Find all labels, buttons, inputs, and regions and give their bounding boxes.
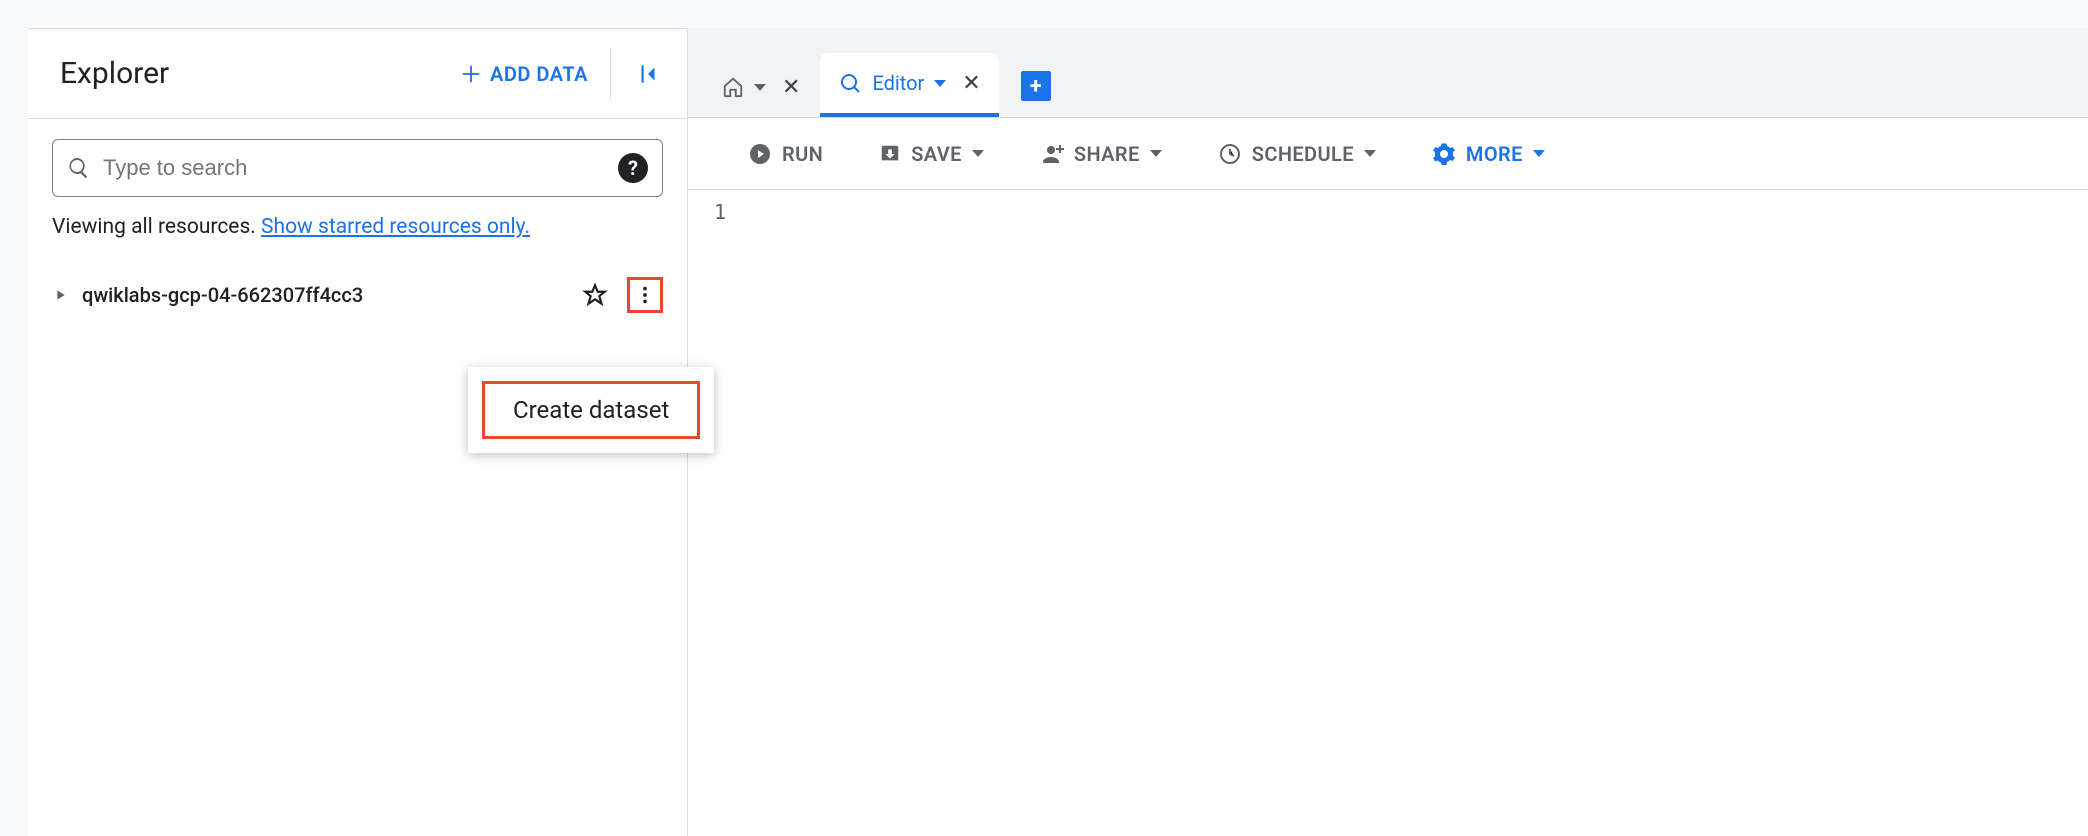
query-icon [838, 71, 862, 95]
line-gutter: 1 [688, 190, 738, 836]
collapse-icon [635, 61, 661, 87]
new-tab-button[interactable]: + [1021, 71, 1051, 101]
resource-tree: qwiklabs-gcp-04-662307ff4cc3 [52, 273, 663, 317]
search-icon [67, 156, 91, 180]
collapse-panel-button[interactable] [621, 53, 675, 95]
more-actions-button[interactable] [627, 277, 663, 313]
chevron-down-icon [1364, 150, 1376, 157]
search-input[interactable] [103, 155, 606, 181]
star-button[interactable] [577, 277, 613, 313]
more-vert-icon [634, 284, 656, 306]
add-data-button[interactable]: ADD DATA [448, 54, 600, 94]
viewing-prefix: Viewing all resources. [52, 215, 261, 239]
tab-bar: ✕ Editor ✕ + [688, 28, 2088, 118]
close-icon[interactable]: ✕ [962, 71, 980, 96]
share-icon [1040, 142, 1064, 166]
share-button[interactable]: SHARE [1040, 142, 1162, 166]
code-editor[interactable]: 1 [688, 190, 2088, 836]
plus-icon [460, 63, 482, 85]
run-label: RUN [782, 142, 823, 166]
more-label: MORE [1466, 142, 1523, 166]
explorer-panel: Explorer ADD DATA ? [28, 28, 688, 836]
divider [610, 49, 611, 99]
chevron-down-icon [1150, 150, 1162, 157]
chevron-down-icon [754, 84, 766, 91]
project-row[interactable]: qwiklabs-gcp-04-662307ff4cc3 [52, 273, 663, 317]
run-button[interactable]: RUN [748, 142, 823, 166]
save-icon [879, 143, 901, 165]
editor-panel: ✕ Editor ✕ + RUN SAVE [688, 28, 2088, 836]
home-icon [722, 76, 744, 98]
play-icon [748, 142, 772, 166]
close-icon[interactable]: ✕ [782, 75, 800, 100]
clock-icon [1218, 142, 1242, 166]
explorer-body: ? Viewing all resources. Show starred re… [28, 119, 687, 337]
help-icon[interactable]: ? [618, 153, 648, 183]
save-button[interactable]: SAVE [879, 142, 984, 166]
editor-tab-label: Editor [872, 71, 924, 95]
add-data-label: ADD DATA [490, 62, 588, 86]
home-tab[interactable]: ✕ [704, 57, 818, 117]
schedule-label: SCHEDULE [1252, 142, 1354, 166]
line-number: 1 [688, 200, 726, 224]
share-label: SHARE [1074, 142, 1140, 166]
create-dataset-menu-item[interactable]: Create dataset [482, 381, 700, 439]
explorer-title: Explorer [60, 56, 448, 91]
search-box[interactable]: ? [52, 139, 663, 197]
code-area[interactable] [738, 190, 2088, 836]
gear-icon [1432, 142, 1456, 166]
more-button[interactable]: MORE [1432, 142, 1545, 166]
save-label: SAVE [911, 142, 962, 166]
expand-icon[interactable] [52, 287, 68, 303]
viewing-resources-text: Viewing all resources. Show starred reso… [52, 211, 663, 245]
project-name-label: qwiklabs-gcp-04-662307ff4cc3 [82, 283, 563, 307]
plus-icon: + [1030, 74, 1042, 99]
explorer-header: Explorer ADD DATA [28, 29, 687, 119]
chevron-down-icon [972, 150, 984, 157]
schedule-button[interactable]: SCHEDULE [1218, 142, 1376, 166]
chevron-down-icon [1533, 150, 1545, 157]
context-menu: Create dataset [468, 367, 714, 453]
chevron-down-icon [934, 80, 946, 87]
editor-tab[interactable]: Editor ✕ [820, 53, 998, 117]
editor-toolbar: RUN SAVE SHARE SCHEDULE MORE [688, 118, 2088, 190]
show-starred-link[interactable]: Show starred resources only. [261, 215, 530, 239]
